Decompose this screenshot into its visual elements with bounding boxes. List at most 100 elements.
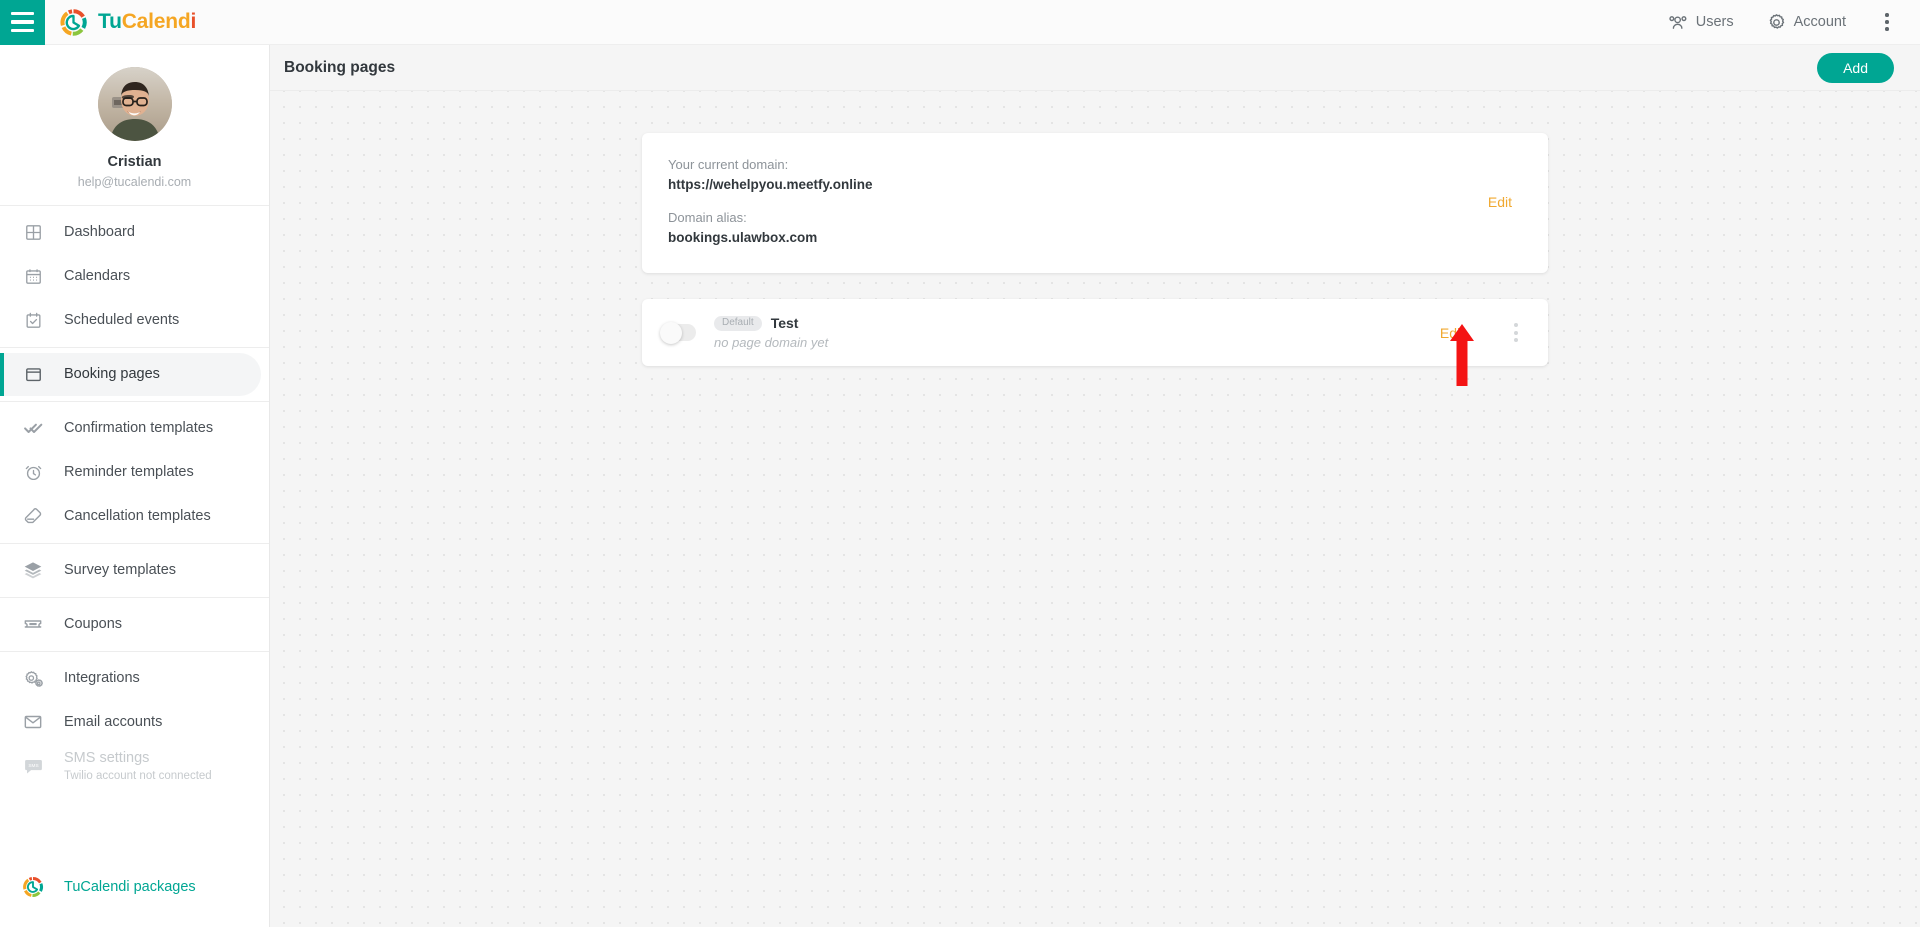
kebab-dot — [1885, 13, 1889, 17]
sidebar-item-label: SMS settings — [64, 749, 150, 766]
avatar[interactable] — [97, 67, 172, 141]
sidebar-item-sublabel: Twilio account not connected — [64, 769, 212, 782]
sidebar: Cristian help@tucalendi.com Dashboard Ca… — [0, 45, 270, 927]
dashboard-grid-icon — [20, 223, 46, 242]
double-check-icon — [20, 418, 46, 438]
eraser-icon — [20, 506, 46, 526]
booking-page-kebab-menu-icon[interactable] — [1504, 322, 1528, 343]
user-avatar-photo — [97, 67, 172, 141]
user-profile-block: Cristian help@tucalendi.com — [0, 45, 269, 206]
sidebar-item-label: Calendars — [64, 268, 131, 285]
gears-icon — [20, 668, 46, 689]
kebab-dot — [1513, 322, 1519, 328]
kebab-dot — [1885, 27, 1889, 31]
domain-info: Your current domain: https://wehelpyou.m… — [668, 155, 1478, 249]
sidebar-item-label: Scheduled events — [64, 312, 180, 329]
sidebar-item-survey-templates[interactable]: Survey templates — [0, 549, 261, 592]
sidebar-item-label: TuCalendi packages — [64, 879, 196, 895]
account-label: Account — [1793, 14, 1846, 30]
gear-icon — [1766, 12, 1787, 33]
sidebar-item-label: Reminder templates — [64, 464, 194, 481]
nav-group: Integrations Email accounts SMS SMS sett… — [0, 652, 269, 793]
sidebar-item-integrations[interactable]: Integrations — [0, 657, 261, 700]
nav-group: Coupons — [0, 598, 269, 652]
sidebar-item-confirmation-templates[interactable]: Confirmation templates — [0, 407, 261, 450]
hamburger-line — [11, 20, 34, 24]
sidebar-item-calendars[interactable]: Calendars — [0, 255, 261, 298]
domain-edit-link[interactable]: Edit — [1478, 190, 1522, 214]
users-icon — [1668, 12, 1689, 33]
kebab-dot — [1885, 20, 1889, 24]
tucalendi-logo-icon — [59, 8, 88, 37]
sidebar-item-label: Integrations — [64, 670, 140, 687]
users-button[interactable]: Users — [1652, 0, 1750, 45]
sms-settings-text: SMS settings Twilio account not connecte… — [64, 750, 212, 783]
booking-page-name: Test — [770, 315, 799, 332]
top-bar: TuCalendi Users Account — [0, 0, 1920, 45]
booking-page-toggle[interactable] — [660, 321, 696, 344]
current-domain-value: https://wehelpyou.meetfy.online — [668, 177, 873, 193]
sidebar-footer: TuCalendi packages — [0, 861, 269, 913]
calendar-check-icon — [20, 311, 46, 330]
hamburger-line — [11, 11, 34, 16]
booking-page-list-item: Default Test no page domain yet Edit — [642, 299, 1548, 367]
sidebar-item-label: Confirmation templates — [64, 420, 214, 437]
add-button[interactable]: Add — [1817, 52, 1894, 83]
booking-page-info: Default Test no page domain yet — [714, 315, 1430, 350]
nav-group: Booking pages — [0, 348, 269, 402]
main-header: Booking pages Add — [270, 45, 1920, 91]
sidebar-item-email-accounts[interactable]: Email accounts — [0, 701, 261, 744]
calendar-icon — [20, 267, 46, 286]
kebab-dot — [1513, 330, 1519, 335]
svg-text:SMS: SMS — [28, 763, 38, 769]
users-label: Users — [1695, 14, 1734, 30]
nav-group: Confirmation templates Reminder template… — [0, 402, 269, 544]
sidebar-item-sms-settings[interactable]: SMS SMS settings Twilio account not conn… — [0, 745, 261, 788]
profile-name: Cristian — [107, 154, 162, 170]
main-content: Booking pages Add Your current domain: h… — [270, 45, 1920, 927]
profile-email: help@tucalendi.com — [77, 174, 192, 189]
ticket-icon — [20, 614, 46, 634]
brand-part-1: Tu — [98, 10, 122, 33]
kebab-menu-icon[interactable] — [1870, 0, 1904, 45]
tucalendi-logo-icon — [20, 876, 46, 898]
nav-group: Dashboard Calendars Scheduled events — [0, 206, 269, 348]
default-badge: Default — [714, 315, 762, 331]
booking-page-edit-link[interactable]: Edit — [1430, 321, 1474, 345]
hamburger-line — [11, 28, 34, 33]
sidebar-item-label: Coupons — [64, 616, 123, 633]
content-area: Your current domain: https://wehelpyou.m… — [270, 91, 1920, 367]
sidebar-item-tucalendi-packages[interactable]: TuCalendi packages — [0, 862, 261, 912]
browser-window-icon — [20, 365, 46, 384]
account-button[interactable]: Account — [1750, 0, 1862, 45]
alarm-clock-icon — [20, 463, 46, 482]
domain-alias-label: Domain alias: — [668, 210, 747, 226]
sidebar-item-scheduled-events[interactable]: Scheduled events — [0, 299, 261, 342]
sidebar-item-dashboard[interactable]: Dashboard — [0, 211, 261, 254]
sidebar-item-label: Email accounts — [64, 714, 163, 731]
current-domain-label: Your current domain: — [668, 157, 789, 172]
kebab-dot — [1513, 338, 1519, 343]
booking-page-subtitle: no page domain yet — [714, 335, 829, 351]
brand-part-3: i — [190, 10, 197, 33]
sidebar-item-label: Booking pages — [64, 366, 160, 383]
sidebar-item-label: Cancellation templates — [64, 508, 211, 525]
hamburger-menu-icon[interactable] — [0, 0, 45, 45]
sms-bubble-icon: SMS — [20, 756, 46, 777]
sidebar-item-booking-pages[interactable]: Booking pages — [0, 352, 261, 396]
brand-logo[interactable]: TuCalendi — [59, 8, 196, 37]
sidebar-item-label: Dashboard — [64, 224, 135, 241]
booking-page-title-line: Default Test — [714, 315, 1430, 331]
domain-alias-value: bookings.ulawbox.com — [668, 230, 818, 246]
page-title: Booking pages — [284, 58, 396, 76]
nav-group: Survey templates — [0, 544, 269, 598]
sidebar-item-label: Survey templates — [64, 562, 177, 579]
envelope-icon — [20, 712, 46, 732]
sidebar-item-coupons[interactable]: Coupons — [0, 603, 261, 646]
brand-part-2: Calend — [121, 10, 191, 33]
layers-icon — [20, 560, 46, 580]
sidebar-item-cancellation-templates[interactable]: Cancellation templates — [0, 495, 261, 538]
brand-name: TuCalendi — [98, 10, 196, 34]
sidebar-item-reminder-templates[interactable]: Reminder templates — [0, 451, 261, 494]
domain-card: Your current domain: https://wehelpyou.m… — [642, 133, 1548, 274]
